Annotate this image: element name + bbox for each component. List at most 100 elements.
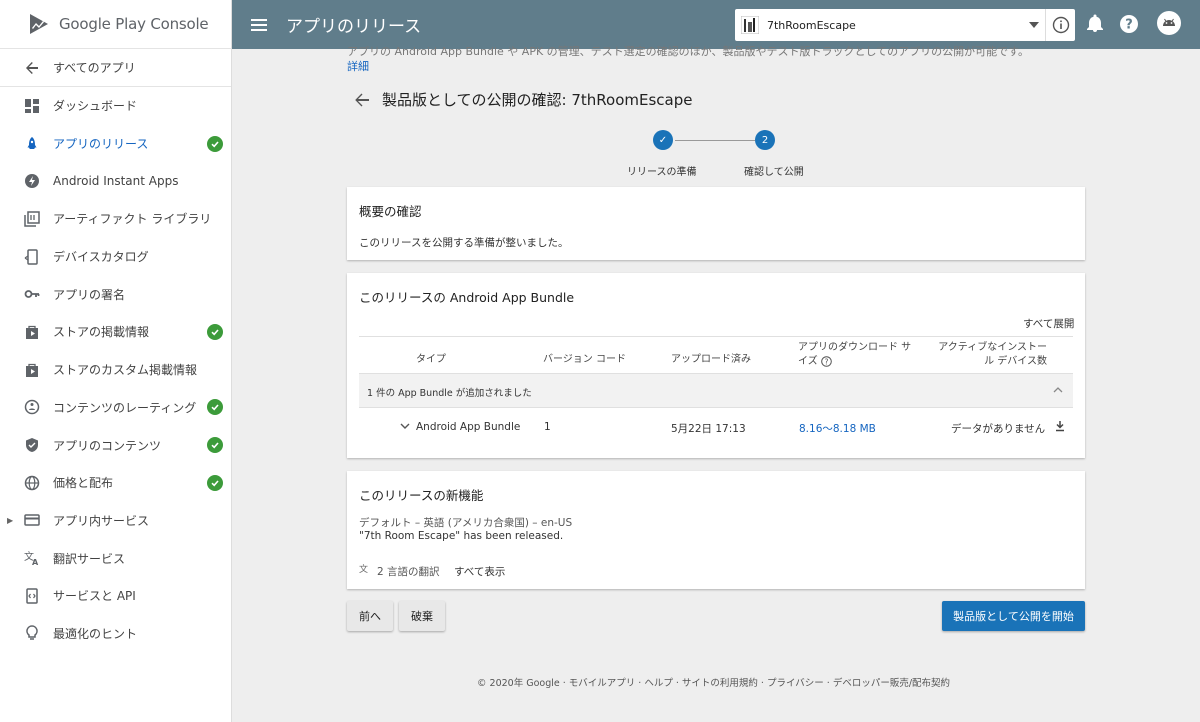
summary-text: このリリースを公開する準備が整いました。 xyxy=(359,237,569,249)
step-1-complete-icon: ✓ xyxy=(653,130,673,150)
sidebar-item[interactable]: サービスと API xyxy=(0,577,231,615)
check-circle-icon xyxy=(207,323,223,340)
bulb-icon xyxy=(22,623,42,643)
bundle-group-label: 1 件の App Bundle が追加されました xyxy=(367,388,532,399)
sidebar-item[interactable]: Android Instant Apps xyxy=(0,162,231,200)
svg-text:文: 文 xyxy=(359,563,368,575)
sidebar-item[interactable]: ストアの掲載情報 xyxy=(0,313,231,351)
play-console-logo-icon xyxy=(30,14,48,34)
sidebar-item-all-apps[interactable]: すべてのアプリ xyxy=(0,49,231,87)
sidebar-item-label: 翻訳サービス xyxy=(53,551,126,566)
sidebar-item[interactable]: ストアのカスタム掲載情報 xyxy=(0,351,231,389)
translations-count: 2 言語の翻訳 xyxy=(377,566,440,578)
discard-button[interactable]: 破棄 xyxy=(399,601,445,631)
start-rollout-button[interactable]: 製品版として公開を開始 xyxy=(942,601,1085,631)
translate-icon: 文 xyxy=(359,563,368,575)
sidebar-item[interactable]: アーティファクト ライブラリ xyxy=(0,200,231,238)
sidebar-item[interactable]: アプリのコンテンツ xyxy=(0,426,231,464)
main-content: アプリの Android App Bundle や APK の管理、テスト選定の… xyxy=(232,45,1200,722)
arrow-back-icon xyxy=(22,58,42,78)
chevron-up-icon[interactable] xyxy=(1053,386,1063,394)
cell-uploaded: 5月22日 17:13 xyxy=(671,423,746,435)
sidebar-item-label: ストアのカスタム掲載情報 xyxy=(53,363,198,378)
sidebar-item-label: ダッシュボード xyxy=(53,99,138,114)
sidebar-item-label: アプリ内サービス xyxy=(53,513,150,528)
sidebar-item[interactable]: ▶ アプリ内サービス xyxy=(0,502,231,540)
expand-arrow-icon[interactable]: ▶ xyxy=(7,516,13,525)
sidebar-item-label: デバイスカタログ xyxy=(53,250,149,265)
table-row[interactable]: Android App Bundle 1 5月22日 17:13 8.16～8.… xyxy=(359,408,1073,446)
whats-new-title: このリリースの新機能 xyxy=(359,488,484,503)
step-2-number: 2 xyxy=(755,130,775,150)
download-icon[interactable] xyxy=(1055,421,1065,432)
bolt-icon xyxy=(22,171,42,191)
menu-icon[interactable] xyxy=(251,16,267,34)
column-header-uploaded: アップロード済み xyxy=(671,354,751,365)
whats-new-locale: デフォルト – 英語 (アメリカ合衆国) – en-US xyxy=(359,517,573,529)
card-icon xyxy=(22,510,42,530)
globe-icon xyxy=(22,473,42,493)
help-icon[interactable]: ? xyxy=(821,355,832,367)
page-heading: 製品版としての公開の確認: 7thRoomEscape xyxy=(354,89,693,110)
sidebar: Google Play Console すべてのアプリ ダッシュボード アプリのリ… xyxy=(0,0,232,722)
dashboard-icon xyxy=(22,96,42,116)
notifications-bell-icon[interactable] xyxy=(1085,14,1105,34)
sidebar-item-label: アプリの署名 xyxy=(53,287,126,302)
learn-more-link[interactable]: 詳細 xyxy=(347,58,369,74)
store-icon xyxy=(22,322,42,342)
sidebar-item[interactable]: 最適化のヒント xyxy=(0,615,231,653)
library-icon xyxy=(22,209,42,229)
sidebar-item[interactable]: アプリのリリース xyxy=(0,125,231,163)
sidebar-item-label: サービスと API xyxy=(53,589,136,604)
api-icon xyxy=(22,586,42,606)
sidebar-item[interactable]: ダッシュボード xyxy=(0,87,231,125)
expand-all-link[interactable]: すべて展開 xyxy=(1023,316,1074,331)
page-title: 製品版としての公開の確認: 7thRoomEscape xyxy=(382,91,693,109)
bundle-group-row[interactable]: 1 件の App Bundle が追加されました xyxy=(359,374,1073,408)
sidebar-item-label: コンテンツのレーティング xyxy=(53,400,197,415)
check-circle-icon xyxy=(207,399,223,416)
sidebar-item[interactable]: アプリの署名 xyxy=(0,275,231,313)
summary-title: 概要の確認 xyxy=(359,204,422,219)
column-header-download-size: アプリのダウンロード サイズ ? xyxy=(798,342,912,367)
cell-version: 1 xyxy=(544,421,551,433)
step-2-label: 確認して公開 xyxy=(744,167,804,178)
rating-icon xyxy=(22,397,42,417)
account-avatar[interactable] xyxy=(1156,10,1182,36)
sidebar-item[interactable]: デバイスカタログ xyxy=(0,238,231,276)
svg-text:A: A xyxy=(32,558,39,566)
page-section-title: アプリのリリース xyxy=(286,17,422,37)
cell-download-size[interactable]: 8.16～8.18 MB xyxy=(799,421,876,436)
sidebar-item-label: アーティファクト ライブラリ xyxy=(53,212,212,227)
brand-header[interactable]: Google Play Console xyxy=(0,0,231,49)
whats-new-card: このリリースの新機能 デフォルト – 英語 (アメリカ合衆国) – en-US … xyxy=(347,471,1085,589)
arrow-back-icon[interactable] xyxy=(354,92,370,108)
sidebar-item-label: アプリのリリース xyxy=(53,137,149,152)
sidebar-item[interactable]: 価格と配布 xyxy=(0,464,231,502)
intro-text: アプリの Android App Bundle や APK の管理、テスト選定の… xyxy=(347,45,1030,57)
sidebar-item[interactable]: 文 A 翻訳サービス xyxy=(0,539,231,577)
column-header-active-installs: アクティブなインストール デバイス数 xyxy=(938,342,1047,367)
app-bundle-card: このリリースの Android App Bundle すべて展開 タイプ バージ… xyxy=(347,273,1085,458)
svg-text:?: ? xyxy=(1125,18,1133,33)
chevron-down-icon[interactable] xyxy=(400,422,410,430)
show-all-link[interactable]: すべて表示 xyxy=(454,564,505,579)
sidebar-item[interactable]: コンテンツのレーティング xyxy=(0,389,231,427)
sidebar-item-label: 最適化のヒント xyxy=(53,626,138,641)
device-icon xyxy=(22,247,42,267)
top-bar: アプリのリリース 7thRoomEscape ? xyxy=(232,0,1200,49)
info-icon[interactable] xyxy=(1045,9,1075,41)
step-connector xyxy=(675,140,755,141)
sidebar-item-label: 価格と配布 xyxy=(53,476,114,491)
help-icon[interactable]: ? xyxy=(1119,14,1139,34)
step-1-label: リリースの準備 xyxy=(627,167,697,178)
previous-button[interactable]: 前へ xyxy=(347,601,393,631)
sidebar-item-label: Android Instant Apps xyxy=(53,174,179,189)
app-thumbnail-icon xyxy=(741,16,759,34)
sidebar-item-label: アプリのコンテンツ xyxy=(53,438,162,453)
app-selector[interactable]: 7thRoomEscape xyxy=(735,9,1075,41)
sidebar-item-label: すべてのアプリ xyxy=(53,61,136,75)
rocket-icon xyxy=(22,134,42,154)
app-bundle-table: タイプ バージョン コード アップロード済み アプリのダウンロード サイズ ? … xyxy=(359,336,1073,446)
shield-icon xyxy=(22,435,42,455)
